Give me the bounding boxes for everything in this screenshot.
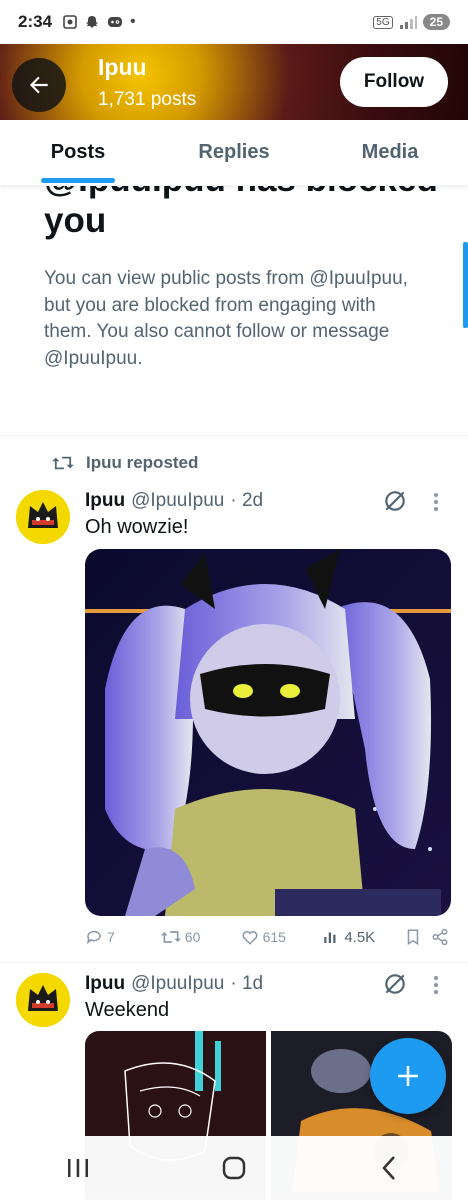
- blocked-notice: @IpuuIpuu has blocked you You can view p…: [0, 186, 468, 436]
- snapchat-icon: [86, 16, 99, 28]
- reply-icon: [86, 930, 101, 945]
- home-icon[interactable]: [219, 1153, 249, 1183]
- blocked-description: You can view public posts from @IpuuIpuu…: [44, 268, 408, 369]
- back-arrow-icon: [29, 76, 48, 94]
- compose-button[interactable]: [370, 1038, 446, 1114]
- repost-count: 60: [184, 929, 201, 945]
- tweet-author-name[interactable]: Ipuu: [85, 490, 125, 512]
- bookmark-icon[interactable]: [404, 928, 422, 946]
- views-icon: [324, 932, 336, 943]
- avatar[interactable]: [16, 973, 70, 1027]
- tweet-author-handle[interactable]: @IpuuIpuu: [131, 973, 224, 995]
- scroll-indicator[interactable]: [463, 242, 468, 328]
- post-count: 1,731 posts: [98, 89, 197, 110]
- profile-tabs: Posts Replies Media: [0, 120, 468, 186]
- repost-icon: [52, 456, 74, 470]
- grok-icon[interactable]: [382, 488, 408, 514]
- follow-button[interactable]: Follow: [340, 57, 448, 107]
- views-button[interactable]: 4.5K: [322, 928, 404, 946]
- more-icon[interactable]: [430, 490, 442, 514]
- tweet-header: Ipuu @IpuuIpuu · 1d: [85, 973, 263, 995]
- dot-icon: •: [130, 13, 136, 30]
- divider: [0, 962, 468, 963]
- network-label: 5G: [373, 15, 393, 29]
- tweet-text: Weekend: [85, 999, 170, 1021]
- blocked-title: @IpuuIpuu has blocked you: [44, 186, 438, 240]
- notification-icons: •: [62, 13, 136, 31]
- nav-back-icon[interactable]: [375, 1153, 405, 1183]
- screenshot-icon: [63, 15, 77, 29]
- tweet-time: · 1d: [230, 973, 264, 994]
- signal-icon: [399, 16, 417, 29]
- tweet-text: Oh wowzie!: [85, 516, 189, 538]
- system-icons: 5G 25: [373, 14, 450, 30]
- tweet-actions: 7 60 615 4.5K: [85, 928, 450, 946]
- tweet-media[interactable]: [85, 549, 451, 916]
- tweet-author-name[interactable]: Ipuu: [85, 973, 125, 995]
- more-icon[interactable]: [430, 973, 442, 997]
- grok-icon[interactable]: [382, 971, 408, 997]
- tweet-header: Ipuu @IpuuIpuu · 2d: [85, 490, 263, 512]
- share-icon[interactable]: [430, 928, 450, 946]
- battery-level: 25: [422, 14, 450, 30]
- repost-label: Ipuu reposted: [86, 453, 199, 472]
- views-count: 4.5K: [344, 928, 376, 946]
- tweet-author-handle[interactable]: @IpuuIpuu: [131, 490, 224, 512]
- avatar[interactable]: [16, 490, 70, 544]
- profile-name: Ipuu: [98, 54, 147, 80]
- tab-media[interactable]: Media: [312, 120, 468, 185]
- reply-button[interactable]: 7: [85, 928, 161, 946]
- discord-icon: [108, 17, 123, 27]
- profile-header: Ipuu 1,731 posts Follow: [0, 44, 468, 120]
- tab-posts[interactable]: Posts: [0, 120, 156, 185]
- like-count: 615: [262, 929, 286, 945]
- tweet-image: [85, 549, 451, 916]
- avatar-image: [16, 490, 70, 544]
- status-time: 2:34: [18, 12, 53, 31]
- reply-count: 7: [107, 929, 115, 945]
- recents-icon[interactable]: [63, 1155, 93, 1181]
- repost-button[interactable]: 60: [160, 928, 241, 946]
- avatar-image: [16, 973, 70, 1027]
- system-nav-bar: [0, 1136, 468, 1200]
- tab-replies[interactable]: Replies: [156, 120, 312, 185]
- back-button[interactable]: [12, 58, 66, 112]
- compose-plus-icon: [398, 1066, 418, 1086]
- like-button[interactable]: 615: [241, 928, 323, 946]
- repost-icon: [160, 931, 181, 943]
- tweet-time: · 2d: [230, 490, 264, 511]
- repost-indicator: Ipuu reposted: [52, 453, 198, 473]
- status-bar: 2:34 • 5G 25: [0, 0, 468, 44]
- like-icon: [242, 931, 258, 945]
